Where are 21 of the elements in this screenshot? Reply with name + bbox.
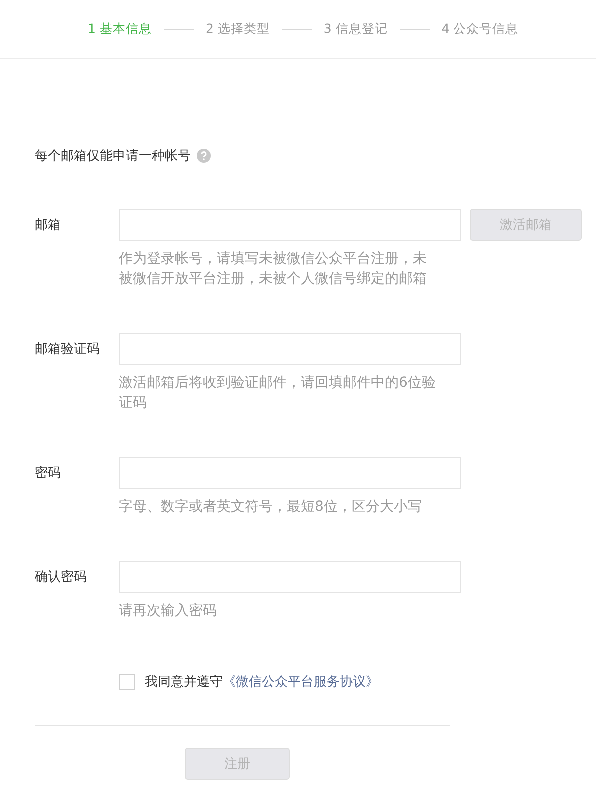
agree-checkbox[interactable] bbox=[119, 674, 135, 690]
help-text: 字母、数字或者英文符号，最短8位，区分大小写 bbox=[119, 498, 423, 517]
notice-text: 每个邮箱仅能申请一种帐号 bbox=[35, 148, 191, 165]
input-field[interactable] bbox=[119, 561, 461, 593]
field-label: 确认密码 bbox=[34, 569, 88, 586]
help-icon[interactable] bbox=[197, 149, 211, 163]
help-text: 请再次输入密码 bbox=[119, 602, 218, 621]
help-text: 作为登录帐号，请填写未被微信公众平台注册，未被微信开放平台注册，未被个人微信号绑定的邮箱 bbox=[119, 250, 428, 289]
input-field[interactable] bbox=[119, 457, 461, 489]
step-label: 4 公众号信息 bbox=[442, 20, 519, 38]
step-label: 1 基本信息 bbox=[88, 20, 152, 38]
step-label: 3 信息登记 bbox=[324, 20, 388, 38]
input-field[interactable] bbox=[119, 333, 461, 365]
field-label: 邮箱 bbox=[34, 217, 62, 234]
help-text: 激活邮箱后将收到验证邮件，请回填邮件中的6位验证码 bbox=[119, 374, 437, 413]
agreement-link[interactable]: 《微信公众平台服务协议》 bbox=[223, 673, 379, 691]
input-field[interactable] bbox=[119, 209, 461, 241]
agree-text: 我同意并遵守 bbox=[145, 674, 223, 691]
field-label: 邮箱验证码 bbox=[34, 341, 101, 358]
step-label: 2 选择类型 bbox=[206, 20, 270, 38]
field-label: 密码 bbox=[34, 465, 62, 482]
